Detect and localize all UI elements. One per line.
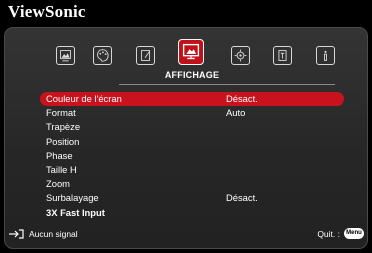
menu-row-phase[interactable]: Phase — [40, 149, 344, 163]
menu-row-zoom[interactable]: Zoom — [40, 177, 344, 191]
menu-row-label: Surbalayage — [46, 192, 99, 204]
menu-row-label: Phase — [46, 149, 73, 161]
menu-row-value: Désact. — [226, 93, 258, 104]
display-icon[interactable] — [178, 39, 204, 65]
menu-row-fast-input[interactable]: 3X Fast Input — [40, 206, 344, 220]
menu-button[interactable]: Menu — [344, 228, 364, 239]
quit-label: Quit. : — [317, 228, 340, 239]
menu-list: Couleur de l'écran Désact. Format Auto T… — [40, 92, 344, 220]
menu-row-value: Auto — [226, 107, 246, 119]
menu-row-value: Désact. — [226, 192, 258, 204]
signal-status: Aucun signal — [8, 229, 78, 239]
color-palette-icon[interactable] — [93, 46, 112, 65]
menu-row-screen-color[interactable]: Couleur de l'écran Désact. — [40, 92, 344, 107]
menu-row-overscan[interactable]: Surbalayage Désact. — [40, 191, 344, 205]
menu-row-label: Trapèze — [46, 121, 81, 133]
menu-row-label: Position — [46, 135, 80, 147]
brand-logo: ViewSonic — [8, 2, 86, 21]
menu-row-keystone[interactable]: Trapèze — [40, 120, 344, 134]
settings-icon[interactable] — [231, 46, 250, 65]
signal-status-text: Aucun signal — [29, 229, 78, 239]
quit-hint: Quit. : Menu — [317, 228, 364, 239]
menu-row-label: Zoom — [46, 178, 70, 190]
info-icon[interactable] — [316, 46, 335, 65]
menu-row-format[interactable]: Format Auto — [40, 106, 344, 120]
menu-row-label: Couleur de l'écran — [46, 93, 122, 104]
divider — [119, 84, 335, 85]
menu-row-label: Taille H — [46, 163, 77, 175]
menu-row-position[interactable]: Position — [40, 135, 344, 149]
adjust-icon[interactable] — [136, 46, 155, 65]
menu-row-label: 3X Fast Input — [46, 206, 105, 218]
menu-row-label: Format — [46, 107, 76, 119]
advanced-icon[interactable] — [273, 46, 292, 65]
menu-row-h-size[interactable]: Taille H — [40, 163, 344, 177]
image-icon[interactable] — [56, 46, 75, 65]
input-source-icon — [9, 229, 24, 239]
active-tab-title: AFFICHAGE — [164, 70, 220, 80]
